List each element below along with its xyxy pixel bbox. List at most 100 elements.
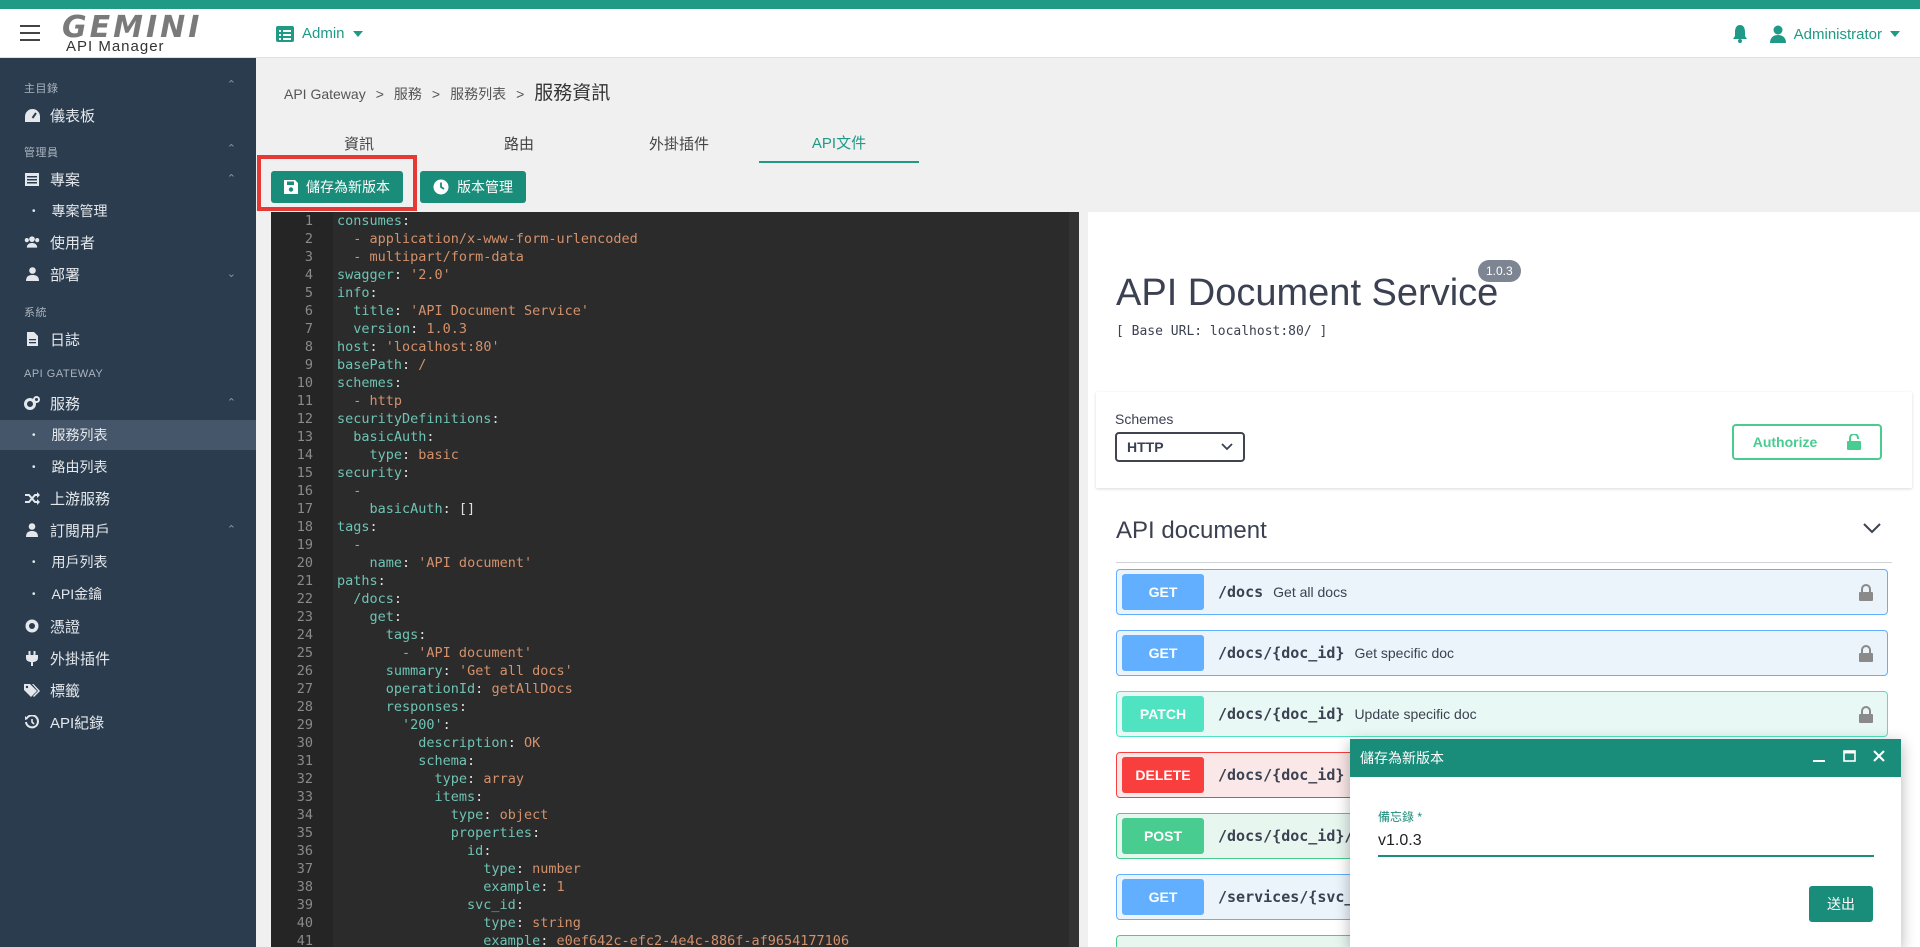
operation-get-doc-by-id[interactable]: GET /docs/{doc_id} Get specific doc xyxy=(1116,630,1888,676)
code-token: OK xyxy=(523,735,541,751)
code-line: 38 example: 1 xyxy=(271,878,1079,896)
sidebar-item-logs[interactable]: 日誌 xyxy=(0,324,256,354)
sidebar-subitem-user-list[interactable]: • 用戶列表 xyxy=(0,547,256,577)
chevron-up-icon[interactable]: ⌃ xyxy=(227,142,236,155)
code-token: 'API Document Service' xyxy=(410,303,589,319)
user-name: Administrator xyxy=(1793,25,1882,43)
line-number: 27 xyxy=(296,681,313,697)
breadcrumb-separator: > xyxy=(375,86,384,102)
code-token: string xyxy=(532,915,581,931)
line-number: 26 xyxy=(296,663,313,679)
line-number: 2 xyxy=(304,231,313,247)
breadcrumb-root[interactable]: API Gateway xyxy=(284,86,366,102)
minimize-icon[interactable] xyxy=(1811,748,1827,764)
code-line: 39 svc_id: xyxy=(271,896,1079,914)
chevron-up-icon: ⌃ xyxy=(226,173,236,185)
sidebar-subitem-api-keys[interactable]: • API金鑰 xyxy=(0,579,256,609)
code-token: : xyxy=(507,735,524,751)
app-logo[interactable]: GEMINI API Manager xyxy=(62,13,202,55)
schemes-select[interactable]: HTTP xyxy=(1115,432,1245,462)
bullet-icon: • xyxy=(32,205,36,217)
code-line: 14 type: basic xyxy=(271,446,1079,464)
line-number: 30 xyxy=(296,735,313,751)
bell-icon[interactable] xyxy=(1732,25,1748,43)
code-line: 41 example: e0ef642c-efc2-4e4c-886f-af96… xyxy=(271,932,1079,947)
sidebar-item-label: 服務列表 xyxy=(51,427,108,443)
code-token: type xyxy=(337,915,516,931)
yaml-code-editor[interactable]: 1 consumes: 2 - application/x-www-form-url… xyxy=(271,212,1079,947)
role-menu-dropdown[interactable]: Admin xyxy=(276,25,363,42)
sidebar-item-certs[interactable]: 憑證 xyxy=(0,611,256,641)
dialog-title: 儲存為新版本 xyxy=(1360,750,1444,766)
user-menu[interactable]: Administrator xyxy=(1769,25,1900,43)
sidebar-item-dashboard[interactable]: 儀表板 xyxy=(0,100,256,130)
code-token: host xyxy=(337,339,370,355)
chevron-down-icon xyxy=(1221,443,1233,451)
cogs-icon xyxy=(24,395,40,411)
code-token: : xyxy=(369,339,386,355)
sidebar-item-departments[interactable]: 部署 ⌄ xyxy=(0,259,256,289)
maximize-icon[interactable] xyxy=(1841,748,1857,764)
tab-routes[interactable]: 路由 xyxy=(439,123,599,163)
lock-icon[interactable] xyxy=(1859,706,1873,723)
code-token: number xyxy=(532,861,581,877)
operation-tag-title[interactable]: API document xyxy=(1116,517,1892,545)
lock-icon[interactable] xyxy=(1859,584,1873,601)
sidebar-item-plugins[interactable]: 外掛插件 xyxy=(0,643,256,673)
line-number: 39 xyxy=(296,897,313,913)
breadcrumb-service-list[interactable]: 服務列表 xyxy=(450,84,506,104)
operation-summary: Get specific doc xyxy=(1354,645,1455,661)
line-number: 33 xyxy=(296,789,313,805)
random-icon xyxy=(24,490,40,506)
code-line: 37 type: number xyxy=(271,860,1079,878)
code-line: 6 title: 'API Document Service' xyxy=(271,302,1079,320)
submit-button[interactable]: 送出 xyxy=(1809,886,1873,922)
schemes-label: Schemes xyxy=(1115,411,1174,427)
sidebar-item-tags[interactable]: 標籤 xyxy=(0,675,256,705)
sidebar-item-subscribers[interactable]: 訂閱用戶 ⌃ xyxy=(0,515,256,545)
authorize-button[interactable]: Authorize xyxy=(1732,424,1882,460)
code-line: 20 name: 'API document' xyxy=(271,554,1079,572)
floppy-disk-icon xyxy=(284,180,298,194)
tab-plugins[interactable]: 外掛插件 xyxy=(599,123,759,163)
code-token: : xyxy=(475,681,492,697)
memo-input[interactable] xyxy=(1378,827,1874,857)
line-number: 19 xyxy=(296,537,313,553)
code-line: 17 basicAuth: [] xyxy=(271,500,1079,518)
operation-path: /docs/{doc_id} xyxy=(1218,766,1345,784)
sidebar-item-upstream[interactable]: 上游服務 xyxy=(0,483,256,513)
sidebar-item-api-records[interactable]: API紀錄 xyxy=(0,707,256,737)
sidebar-item-label: 專案管理 xyxy=(51,203,108,219)
close-icon[interactable] xyxy=(1871,748,1887,764)
sidebar-item-users[interactable]: 使用者 xyxy=(0,227,256,257)
code-line: 28 responses: xyxy=(271,698,1079,716)
sidebar-subitem-route-list[interactable]: • 路由列表 xyxy=(0,452,256,482)
operation-get-docs[interactable]: GET /docs Get all docs xyxy=(1116,569,1888,615)
code-token: : xyxy=(418,627,427,643)
line-number: 5 xyxy=(304,285,313,301)
lock-icon[interactable] xyxy=(1859,645,1873,662)
code-token: 1.0.3 xyxy=(426,321,468,337)
line-number: 3 xyxy=(304,249,313,265)
sidebar-item-services[interactable]: 服務 ⌃ xyxy=(0,388,256,418)
chevron-up-icon[interactable]: ⌃ xyxy=(227,78,236,91)
breadcrumb-services[interactable]: 服務 xyxy=(394,84,422,104)
code-token: : xyxy=(491,411,500,427)
hamburger-menu-icon[interactable] xyxy=(20,25,40,41)
code-line: 33 items: xyxy=(271,788,1079,806)
tab-api-docs[interactable]: API文件 xyxy=(759,123,919,163)
sidebar-subitem-service-list[interactable]: • 服務列表 xyxy=(0,420,256,450)
version-management-button[interactable]: 版本管理 xyxy=(420,171,526,203)
sidebar-item-projects[interactable]: 專案 ⌃ xyxy=(0,164,256,194)
code-token: : xyxy=(377,573,386,589)
chevron-up-icon: ⌃ xyxy=(226,524,236,536)
operation-patch-doc[interactable]: PATCH /docs/{doc_id} Update specific doc xyxy=(1116,691,1888,737)
code-token: : xyxy=(442,717,451,733)
save-new-version-button[interactable]: 儲存為新版本 xyxy=(271,171,403,203)
code-token: '2.0' xyxy=(410,267,451,283)
chevron-down-icon[interactable] xyxy=(1862,522,1882,534)
code-token: schemes xyxy=(337,375,394,391)
sidebar-subitem-project-mgmt[interactable]: • 專案管理 xyxy=(0,196,256,226)
dialog-header[interactable]: 儲存為新版本 xyxy=(1350,739,1901,777)
code-token: type xyxy=(337,861,516,877)
